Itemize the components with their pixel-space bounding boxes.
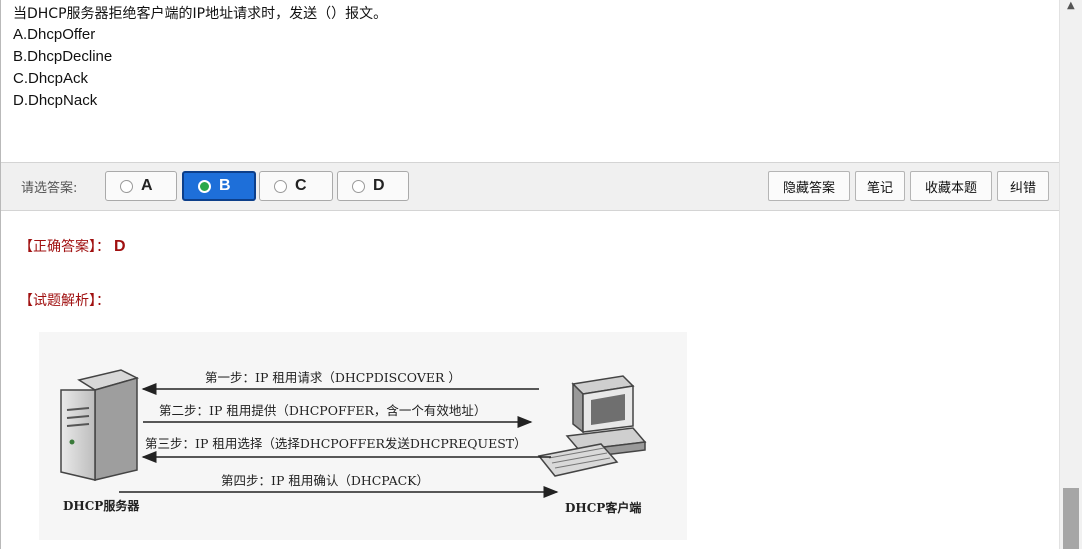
server-label: DHCP服务器 [63,498,140,513]
choice-a-button[interactable]: A [105,171,177,201]
choice-a-label: A [141,177,153,194]
notes-button[interactable]: 笔记 [855,171,905,201]
correct-answer: 【正确答案】： D [19,236,126,256]
up-arrow-icon[interactable]: ▲ [1067,0,1075,11]
step4-label: 第四步：IP 租用确认（DHCPACK） [221,473,429,488]
radio-selected-icon [198,179,211,193]
analysis-label: 【试题解析】： [19,293,110,309]
question-block: 当DHCP服务器拒绝客户端的IP地址请求时，发送（）报文。 A.DhcpOffe… [13,4,1053,112]
hide-answer-button[interactable]: 隐藏答案 [768,171,850,201]
step1-label: 第一步：IP 租用请求（DHCPDISCOVER ） [205,370,461,385]
radio-icon [274,179,287,193]
radio-icon [120,179,133,193]
option-b: B.DhcpDecline [13,48,113,65]
step3-label: 第三步：IP 租用选择（选择DHCPOFFER发送DHCPREQUEST） [145,436,527,451]
choice-c-button[interactable]: C [259,171,333,201]
computer-icon [537,375,647,477]
choice-c-label: C [295,177,307,194]
answer-prompt: 请选答案: [21,181,78,196]
dhcp-diagram: 第一步：IP 租用请求（DHCPDISCOVER ） 第二步：IP 租用提供（D… [39,332,687,540]
option-c: C.DhcpAck [13,70,89,87]
answer-bar: 请选答案: A B C D 隐藏答案 笔记 收藏本题 纠错 [1,162,1059,211]
correct-answer-value: D [114,238,126,255]
radio-icon [352,179,365,193]
question-text: 当DHCP服务器拒绝客户端的IP地址请求时，发送（）报文。 [13,6,388,22]
vertical-scrollbar[interactable]: ▲ [1059,0,1082,549]
choice-d-label: D [373,177,385,194]
step2-label: 第二步：IP 租用提供（DHCPOFFER，含一个有效地址） [159,403,486,418]
scrollbar-thumb[interactable] [1063,488,1079,549]
option-d: D.DhcpNack [13,92,98,109]
report-error-button[interactable]: 纠错 [997,171,1049,201]
choice-d-button[interactable]: D [337,171,409,201]
choice-b-label: B [219,177,231,194]
correct-answer-label: 【正确答案】： [19,239,110,255]
content-frame: 当DHCP服务器拒绝客户端的IP地址请求时，发送（）报文。 A.DhcpOffe… [0,0,1059,549]
choice-b-button[interactable]: B [182,171,256,201]
dhcp-flow-svg: 第一步：IP 租用请求（DHCPDISCOVER ） 第二步：IP 租用提供（D… [60,369,647,515]
client-label: DHCP客户端 [565,500,641,515]
favorite-question-button[interactable]: 收藏本题 [910,171,992,201]
option-a: A.DhcpOffer [13,26,96,43]
server-icon [60,369,140,481]
